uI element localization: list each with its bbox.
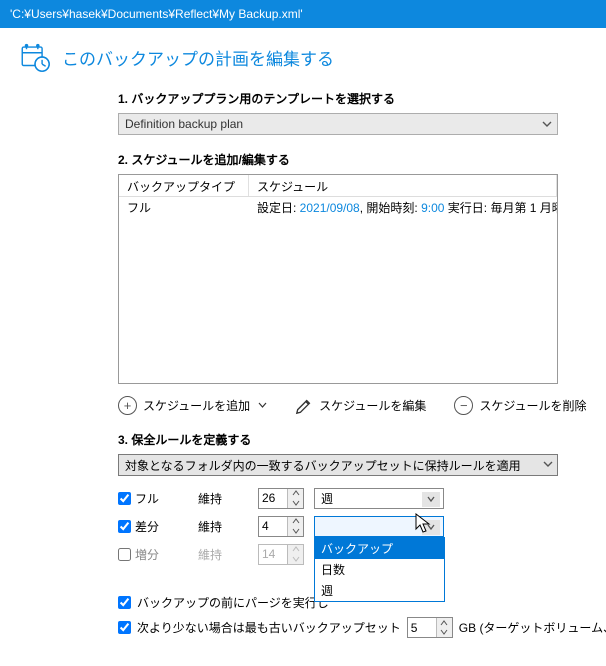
spinner-up-icon[interactable]: [288, 489, 303, 499]
retention-row-full: フル 維持 週: [118, 484, 588, 512]
full-keep-value[interactable]: [259, 489, 287, 508]
spinner-up-icon: [288, 545, 303, 555]
diff-unit-select[interactable]: 週 バックアップ 日数 週: [314, 516, 444, 537]
diff-keep-value[interactable]: [259, 517, 287, 536]
chevron-down-icon: [422, 520, 440, 535]
chevron-down-icon: [542, 458, 554, 470]
low-space-suffix: GB (ターゲットボリューム、最低1GB): [459, 619, 606, 636]
window-titlebar: 'C:¥Users¥hasek¥Documents¥Reflect¥My Bac…: [0, 0, 606, 28]
chevron-down-icon: [422, 492, 440, 507]
pencil-icon: [295, 397, 313, 415]
spinner-up-icon[interactable]: [288, 517, 303, 527]
cell-schedule: 設定日: 2021/09/08, 開始時刻: 9:00 実行日: 毎月第 1 月…: [249, 197, 557, 217]
table-row[interactable]: フル 設定日: 2021/09/08, 開始時刻: 9:00 実行日: 毎月第 …: [119, 197, 557, 217]
purge-before-label: バックアップの前にパージを実行し: [137, 594, 329, 611]
section-template: 1. バックアッププラン用のテンプレートを選択する Definition bac…: [18, 90, 588, 135]
low-space-value[interactable]: [408, 618, 436, 637]
retention-row-diff: 差分 維持 週 バックアップ 日数 週: [118, 512, 588, 540]
section-1-title: 1. バックアッププラン用のテンプレートを選択する: [118, 90, 588, 107]
retention-scope-select[interactable]: 対象となるフォルダ内の一致するバックアップセットに保持ルールを適用: [118, 454, 558, 476]
cell-type: フル: [119, 197, 249, 217]
low-space-checkbox[interactable]: [118, 621, 131, 634]
template-select[interactable]: Definition backup plan: [118, 113, 558, 135]
full-checkbox[interactable]: フル: [118, 490, 188, 507]
low-space-label: 次より少ない場合は最も古いバックアップセット: [137, 619, 401, 636]
retention-scope-value: 対象となるフォルダ内の一致するバックアップセットに保持ルールを適用: [125, 457, 521, 474]
spinner-down-icon: [288, 554, 303, 564]
schedule-time-link[interactable]: 9:00: [421, 201, 444, 215]
chevron-down-icon: [258, 399, 267, 413]
add-schedule-button[interactable]: + スケジュールを追加: [118, 396, 267, 415]
section-3-title: 3. 保全ルールを定義する: [118, 431, 588, 448]
purge-before-checkbox[interactable]: [118, 596, 131, 609]
schedule-date-link[interactable]: 2021/09/08: [300, 201, 360, 215]
window-title: 'C:¥Users¥hasek¥Documents¥Reflect¥My Bac…: [10, 7, 303, 21]
keep-label: 維持: [198, 490, 248, 507]
inc-keep-value: [259, 545, 287, 564]
col-backup-type[interactable]: バックアップタイプ: [119, 175, 249, 196]
spinner-down-icon[interactable]: [288, 498, 303, 508]
spinner-down-icon[interactable]: [288, 526, 303, 536]
page-title: このバックアップの計画を編集する: [62, 45, 334, 70]
spinner-up-icon[interactable]: [437, 618, 452, 628]
diff-unit-option[interactable]: 週: [315, 580, 444, 601]
plus-icon: +: [118, 396, 137, 415]
section-retention: 3. 保全ルールを定義する 対象となるフォルダ内の一致するバックアップセットに保…: [18, 431, 588, 638]
diff-keep-spinner[interactable]: [258, 516, 304, 537]
inc-keep-spinner: [258, 544, 304, 565]
template-select-value: Definition backup plan: [125, 117, 243, 131]
minus-icon: −: [454, 396, 473, 415]
page-header: このバックアップの計画を編集する: [18, 40, 588, 74]
calendar-clock-icon: [18, 40, 52, 74]
inc-checkbox[interactable]: 増分: [118, 546, 188, 563]
section-schedule: 2. スケジュールを追加/編集する バックアップタイプ スケジュール フル 設定…: [18, 151, 588, 415]
chevron-down-icon: [541, 118, 553, 130]
low-space-row: 次より少ない場合は最も古いバックアップセット GB (ターゲットボリューム、最低…: [118, 617, 588, 638]
schedule-grid: バックアップタイプ スケジュール フル 設定日: 2021/09/08, 開始時…: [118, 174, 558, 384]
edit-schedule-button[interactable]: スケジュールを編集: [295, 397, 426, 415]
keep-label: 維持: [198, 518, 248, 535]
low-space-spinner[interactable]: [407, 617, 453, 638]
grid-header: バックアップタイプ スケジュール: [119, 175, 557, 197]
section-2-title: 2. スケジュールを追加/編集する: [118, 151, 588, 168]
diff-unit-popup: バックアップ 日数 週: [314, 537, 445, 602]
spinner-down-icon[interactable]: [437, 628, 452, 638]
full-unit-select[interactable]: 週: [314, 488, 444, 509]
diff-unit-option[interactable]: バックアップ: [315, 538, 444, 559]
full-keep-spinner[interactable]: [258, 488, 304, 509]
col-schedule[interactable]: スケジュール: [249, 175, 557, 196]
grid-body: フル 設定日: 2021/09/08, 開始時刻: 9:00 実行日: 毎月第 …: [119, 197, 557, 217]
diff-checkbox[interactable]: 差分: [118, 518, 188, 535]
diff-unit-option[interactable]: 日数: [315, 559, 444, 580]
keep-label: 維持: [198, 546, 248, 563]
delete-schedule-button[interactable]: − スケジュールを削除: [454, 396, 586, 415]
